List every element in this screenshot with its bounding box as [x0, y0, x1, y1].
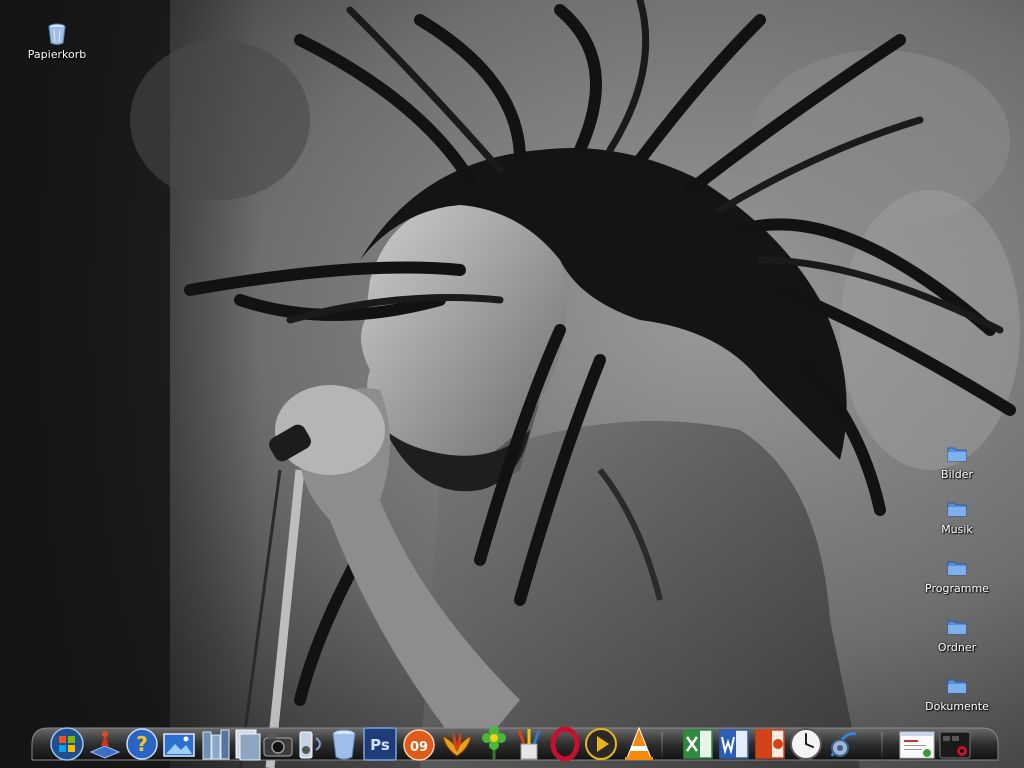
office-2009-icon[interactable]: 09	[401, 726, 437, 762]
audio-icon[interactable]	[294, 726, 330, 762]
green-flower-icon[interactable]	[476, 726, 512, 762]
media-player-icon[interactable]	[583, 726, 619, 762]
clock-icon[interactable]	[788, 726, 824, 762]
folder-icon	[945, 674, 969, 698]
windows-start-icon[interactable]	[49, 726, 85, 762]
desktop-icon-label: Bilder	[941, 468, 973, 481]
desktop-icon-papierkorb[interactable]: Papierkorb	[21, 22, 93, 61]
desktop-icon-musik[interactable]: Musik	[921, 497, 993, 536]
vlc-icon[interactable]	[621, 726, 657, 762]
svg-text:?: ?	[136, 732, 148, 756]
picture-viewer-icon[interactable]	[161, 726, 197, 762]
dock-separator	[661, 732, 663, 758]
settings-icon[interactable]	[826, 726, 862, 762]
recycle-bin-icon	[45, 22, 69, 46]
desktop-icon-label: Musik	[941, 523, 973, 536]
desktop-icon-label: Papierkorb	[27, 48, 87, 61]
help-icon[interactable]: ?	[124, 726, 160, 762]
wallpaper-image	[0, 0, 1024, 768]
powerpoint-icon[interactable]	[752, 726, 788, 762]
folder-icon	[945, 497, 969, 521]
desktop-icon-dokumente[interactable]: Dokumente	[921, 674, 993, 713]
desktop-icon-label: Dokumente	[925, 700, 989, 713]
desktop[interactable]: Papierkorb Bilder Musik Programme Ordner…	[0, 0, 1024, 768]
desktop-icon-bilder[interactable]: Bilder	[921, 442, 993, 481]
flower-icon[interactable]	[439, 726, 475, 762]
recycle-bin-icon[interactable]	[326, 726, 362, 762]
photoshop-icon[interactable]: Ps	[362, 726, 398, 762]
books-icon[interactable]	[198, 726, 234, 762]
opera-icon[interactable]	[547, 726, 583, 762]
folder-icon	[945, 556, 969, 580]
folder-icon	[945, 442, 969, 466]
dock-separator	[881, 732, 883, 758]
dock-bar: ? Ps 09	[30, 722, 1000, 764]
media-center-icon[interactable]	[937, 726, 973, 762]
desktop-icon-ordner[interactable]: Ordner	[921, 615, 993, 654]
photoshop-icon-text: Ps	[370, 736, 390, 754]
camera-icon[interactable]	[260, 726, 296, 762]
desktop-icon-programme[interactable]: Programme	[921, 556, 993, 595]
desktop-icon-label: Ordner	[937, 641, 977, 654]
office-2009-icon-text: 09	[410, 740, 428, 755]
window-preview-icon[interactable]	[898, 726, 936, 762]
paint-brushes-icon[interactable]	[511, 726, 547, 762]
network-icon[interactable]	[87, 726, 123, 762]
word-icon[interactable]	[716, 726, 752, 762]
folder-icon	[945, 615, 969, 639]
excel-icon[interactable]	[680, 726, 716, 762]
desktop-icon-label: Programme	[925, 582, 989, 595]
